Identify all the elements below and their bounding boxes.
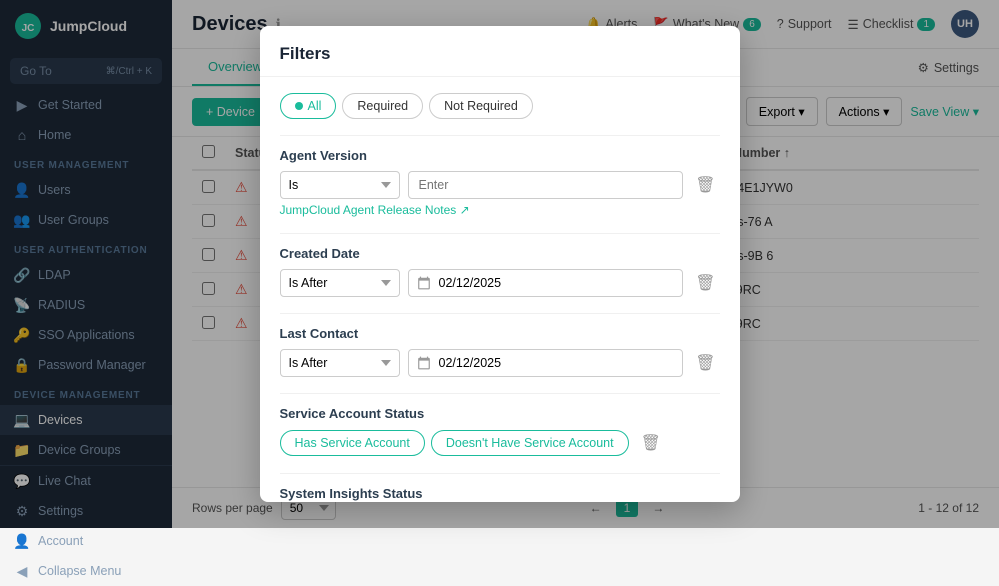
service-account-delete-button[interactable]: 🗑: [637, 429, 665, 457]
service-account-section: Service Account Status Has Service Accou…: [280, 406, 720, 457]
account-icon: 👤: [14, 533, 30, 549]
service-account-toggle-group: Has Service Account Doesn't Have Service…: [280, 430, 629, 456]
sidebar-item-label: Account: [38, 534, 83, 548]
filter-all-label: All: [308, 99, 322, 113]
created-date-row: Is After Is Before Is 🗑: [280, 269, 720, 297]
filter-type-group: All Required Not Required: [280, 93, 720, 119]
created-date-label: Created Date: [280, 246, 720, 261]
sidebar-item-collapse-menu[interactable]: ◀ Collapse Menu: [0, 556, 172, 586]
service-account-label: Service Account Status: [280, 406, 720, 421]
sidebar-item-label: Collapse Menu: [38, 564, 121, 578]
agent-version-row: Is Is Not Contains 🗑: [280, 171, 720, 199]
release-notes-label: JumpCloud Agent Release Notes ↗: [280, 203, 470, 217]
agent-version-section: Agent Version Is Is Not Contains 🗑 JumpC…: [280, 148, 720, 217]
last-contact-label: Last Contact: [280, 326, 720, 341]
filter-not-required-button[interactable]: Not Required: [429, 93, 533, 119]
modal-title: Filters: [260, 26, 740, 77]
service-account-row: Has Service Account Doesn't Have Service…: [280, 429, 720, 457]
agent-version-label: Agent Version: [280, 148, 720, 163]
last-contact-select[interactable]: Is After Is Before Is: [280, 349, 400, 377]
last-contact-input[interactable]: [408, 349, 684, 377]
system-insights-label: System Insights Status: [280, 486, 720, 501]
filters-modal: Filters All Required Not Required: [260, 26, 740, 501]
filter-not-required-label: Not Required: [444, 99, 518, 113]
has-service-account-label: Has Service Account: [295, 436, 410, 450]
modal-overlay: Filters All Required Not Required: [0, 0, 999, 528]
filter-all-button[interactable]: All: [280, 93, 337, 119]
last-contact-section: Last Contact Is After Is Before Is 🗑: [280, 326, 720, 377]
modal-body: All Required Not Required Agent Version …: [260, 77, 740, 501]
agent-version-select[interactable]: Is Is Not Contains: [280, 171, 400, 199]
no-service-account-label: Doesn't Have Service Account: [446, 436, 614, 450]
release-notes-link[interactable]: JumpCloud Agent Release Notes ↗: [280, 203, 720, 217]
created-date-section: Created Date Is After Is Before Is 🗑: [280, 246, 720, 297]
last-contact-row: Is After Is Before Is 🗑: [280, 349, 720, 377]
agent-version-input[interactable]: [408, 171, 684, 199]
no-service-account-button[interactable]: Doesn't Have Service Account: [431, 430, 629, 456]
created-date-input[interactable]: [408, 269, 684, 297]
system-insights-section: System Insights Status Enabled Not Enabl…: [280, 486, 720, 501]
collapse-icon: ◀: [14, 563, 30, 579]
has-service-account-button[interactable]: Has Service Account: [280, 430, 425, 456]
filter-required-label: Required: [357, 99, 408, 113]
filter-type-section: All Required Not Required: [280, 93, 720, 119]
filter-required-button[interactable]: Required: [342, 93, 423, 119]
agent-version-delete-button[interactable]: 🗑: [691, 171, 719, 199]
created-date-delete-button[interactable]: 🗑: [691, 269, 719, 297]
sidebar-item-account[interactable]: 👤 Account: [0, 526, 172, 556]
last-contact-delete-button[interactable]: 🗑: [691, 349, 719, 377]
active-dot: [295, 102, 303, 110]
created-date-select[interactable]: Is After Is Before Is: [280, 269, 400, 297]
